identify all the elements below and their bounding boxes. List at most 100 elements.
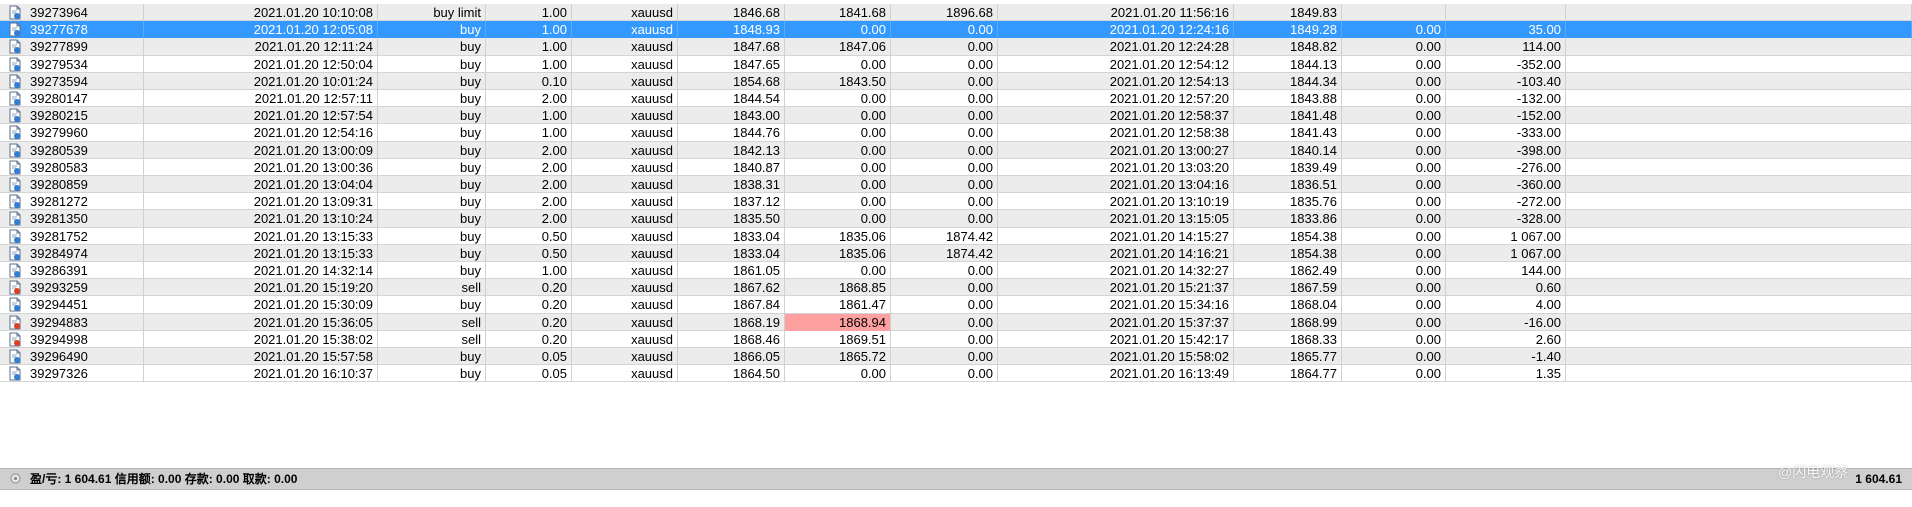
close-time-cell: 2021.01.20 16:13:49 (998, 365, 1234, 383)
tp-cell: 0.00 (891, 193, 998, 211)
ticket-cell: 39294883 (0, 313, 144, 331)
tp-cell: 0.00 (891, 348, 998, 366)
commission-cell: 0.00 (1342, 330, 1446, 348)
profit-cell: -132.00 (1446, 90, 1566, 108)
table-row[interactable]: 39273964 2021.01.20 10:10:08 buy limit 1.00… (0, 4, 1912, 22)
sl-cell: 0.00 (785, 158, 891, 176)
profit-cell: 114.00 (1446, 38, 1566, 56)
table-row[interactable]: 39297326 2021.01.20 16:10:37 buy 0.05 xauusd… (0, 365, 1912, 383)
ticket-cell: 39273964 (0, 4, 144, 22)
commission-cell: 0.00 (1342, 141, 1446, 159)
tp-cell: 0.00 (891, 124, 998, 142)
table-row[interactable]: 39280859 2021.01.20 13:04:04 buy 2.00 xauusd… (0, 176, 1912, 194)
size-cell: 0.20 (486, 330, 572, 348)
filler-cell (1566, 158, 1912, 176)
size-cell: 1.00 (486, 38, 572, 56)
close-time-cell: 2021.01.20 15:58:02 (998, 348, 1234, 366)
sl-cell: 1869.51 (785, 330, 891, 348)
document-buy-icon (9, 263, 21, 278)
size-cell: 0.20 (486, 296, 572, 314)
close-price-cell: 1833.86 (1234, 210, 1342, 228)
close-time-cell: 2021.01.20 13:00:27 (998, 141, 1234, 159)
ticket-cell: 39273594 (0, 72, 144, 90)
sl-cell: 0.00 (785, 210, 891, 228)
table-row[interactable]: 39286391 2021.01.20 14:32:14 buy 1.00 xauusd… (0, 262, 1912, 280)
sl-cell: 1865.72 (785, 348, 891, 366)
document-buy-icon (9, 297, 21, 312)
ticket-cell: 39296490 (0, 348, 144, 366)
table-row[interactable]: 39296490 2021.01.20 15:57:58 buy 0.05 xauusd… (0, 348, 1912, 366)
sl-cell: 0.00 (785, 107, 891, 125)
filler-cell (1566, 4, 1912, 22)
table-row[interactable]: 39281350 2021.01.20 13:10:24 buy 2.00 xauusd… (0, 210, 1912, 228)
tp-cell: 0.00 (891, 90, 998, 108)
table-row[interactable]: 39280583 2021.01.20 13:00:36 buy 2.00 xauusd… (0, 158, 1912, 176)
profit-cell: -272.00 (1446, 193, 1566, 211)
table-row[interactable]: 39279534 2021.01.20 12:50:04 buy 1.00 xauusd… (0, 55, 1912, 73)
open-time-cell: 2021.01.20 13:15:33 (144, 244, 378, 262)
filler-cell (1566, 176, 1912, 194)
table-row[interactable]: 39280539 2021.01.20 13:00:09 buy 2.00 xauusd… (0, 141, 1912, 159)
open-time-cell: 2021.01.20 13:04:04 (144, 176, 378, 194)
table-row[interactable]: 39273594 2021.01.20 10:01:24 buy 0.10 xauusd… (0, 72, 1912, 90)
sl-cell: 1847.06 (785, 38, 891, 56)
table-row[interactable]: 39281272 2021.01.20 13:09:31 buy 2.00 xauusd… (0, 193, 1912, 211)
filler-cell (1566, 72, 1912, 90)
document-buy-icon (9, 91, 21, 106)
open-price-cell: 1838.31 (678, 176, 785, 194)
tp-cell: 0.00 (891, 313, 998, 331)
symbol-cell: xauusd (572, 55, 678, 73)
table-row[interactable]: 39294451 2021.01.20 15:30:09 buy 0.20 xauusd… (0, 296, 1912, 314)
commission-cell: 0.00 (1342, 313, 1446, 331)
table-row[interactable]: 39277899 2021.01.20 12:11:24 buy 1.00 xauusd… (0, 38, 1912, 56)
size-cell: 1.00 (486, 107, 572, 125)
table-row[interactable]: 39280147 2021.01.20 12:57:11 buy 2.00 xauusd… (0, 90, 1912, 108)
profit-cell: -328.00 (1446, 210, 1566, 228)
table-row[interactable]: 39294998 2021.01.20 15:38:02 sell 0.20 xauus… (0, 330, 1912, 348)
profit-cell: 1.35 (1446, 365, 1566, 383)
tp-cell: 0.00 (891, 38, 998, 56)
tp-cell: 0.00 (891, 210, 998, 228)
open-price-cell: 1844.54 (678, 90, 785, 108)
open-price-cell: 1847.65 (678, 55, 785, 73)
profit-cell: 1 067.00 (1446, 244, 1566, 262)
size-cell: 0.20 (486, 313, 572, 331)
filler-cell (1566, 262, 1912, 280)
table-row[interactable]: 39293259 2021.01.20 15:19:20 sell 0.20 xauus… (0, 279, 1912, 297)
table-row[interactable]: 39284974 2021.01.20 13:15:33 buy 0.50 xauusd… (0, 244, 1912, 262)
document-buy-icon (9, 57, 21, 72)
open-price-cell: 1867.84 (678, 296, 785, 314)
tp-cell: 0.00 (891, 72, 998, 90)
open-time-cell: 2021.01.20 12:11:24 (144, 38, 378, 56)
table-row[interactable]: 39294883 2021.01.20 15:36:05 sell 0.20 xauus… (0, 313, 1912, 331)
type-cell: buy (378, 262, 486, 280)
close-time-cell: 2021.01.20 13:15:05 (998, 210, 1234, 228)
profit-cell: 2.60 (1446, 330, 1566, 348)
open-time-cell: 2021.01.20 15:36:05 (144, 313, 378, 331)
type-cell: buy (378, 55, 486, 73)
filler-cell (1566, 348, 1912, 366)
close-price-cell: 1854.38 (1234, 244, 1342, 262)
tp-cell: 0.00 (891, 55, 998, 73)
profit-cell: 35.00 (1446, 21, 1566, 39)
commission-cell: 0.00 (1342, 38, 1446, 56)
close-price-cell: 1841.43 (1234, 124, 1342, 142)
document-buy-icon (9, 74, 21, 89)
document-buy-icon (9, 194, 21, 209)
sl-cell: 0.00 (785, 55, 891, 73)
symbol-cell: xauusd (572, 244, 678, 262)
table-row[interactable]: 39280215 2021.01.20 12:57:54 buy 1.00 xauusd… (0, 107, 1912, 125)
open-price-cell: 1833.04 (678, 227, 785, 245)
summary-toggle-icon[interactable] (10, 473, 21, 484)
size-cell: 1.00 (486, 124, 572, 142)
close-time-cell: 2021.01.20 15:21:37 (998, 279, 1234, 297)
close-time-cell: 2021.01.20 13:03:20 (998, 158, 1234, 176)
sl-cell: 0.00 (785, 193, 891, 211)
profit-cell: -16.00 (1446, 313, 1566, 331)
table-row[interactable]: 39281752 2021.01.20 13:15:33 buy 0.50 xauusd… (0, 227, 1912, 245)
table-row[interactable]: 39279960 2021.01.20 12:54:16 buy 1.00 xauusd… (0, 124, 1912, 142)
commission-cell: 0.00 (1342, 210, 1446, 228)
filler-cell (1566, 107, 1912, 125)
table-row[interactable]: 39277678 2021.01.20 12:05:08 buy 1.00 xauusd… (0, 21, 1912, 39)
symbol-cell: xauusd (572, 158, 678, 176)
